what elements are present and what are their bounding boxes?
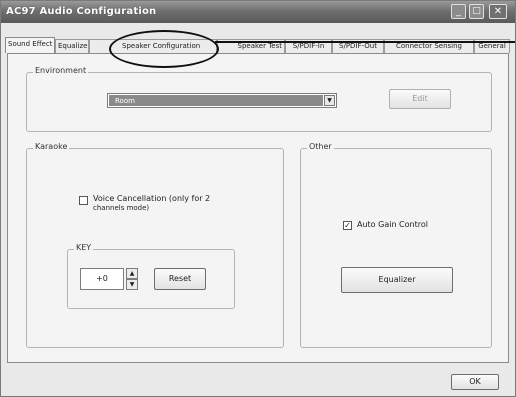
auto-gain-control-label: Auto Gain Control xyxy=(357,220,428,229)
auto-gain-control-checkbox[interactable]: ✓ xyxy=(343,221,352,230)
karaoke-label: Karaoke xyxy=(33,142,70,151)
tab-strip: Sound Effect Equalizer Speaker Configura… xyxy=(5,37,515,53)
voice-cancellation-label-line2: channels mode) xyxy=(93,204,150,212)
tab-equalizer[interactable]: Equalizer xyxy=(55,39,89,53)
environment-selected-value: Room xyxy=(109,95,323,106)
other-label: Other xyxy=(307,142,334,151)
voice-cancellation-checkbox[interactable] xyxy=(79,196,88,205)
maximize-button[interactable]: □ xyxy=(469,4,484,19)
karaoke-group: Karaoke Voice Cancellation (only for 2 c… xyxy=(26,142,284,348)
spin-down-icon[interactable]: ▼ xyxy=(126,279,138,290)
key-value-field[interactable]: +0 xyxy=(80,268,124,290)
chevron-down-icon[interactable]: ▼ xyxy=(324,95,335,106)
environment-label: Environment xyxy=(33,66,89,75)
tab-speaker-test[interactable]: Speaker Test xyxy=(217,39,285,53)
edit-button[interactable]: Edit xyxy=(389,89,451,109)
tab-general[interactable]: General xyxy=(474,39,510,53)
tab-connector-sensing[interactable]: Connector Sensing xyxy=(384,39,474,53)
voice-cancellation-label: Voice Cancellation (only for 2 xyxy=(93,194,211,203)
tab-speaker-configuration[interactable]: Speaker Configuration xyxy=(89,39,217,53)
ok-button[interactable]: OK xyxy=(451,374,499,390)
ac97-audio-configuration-window: AC97 Audio Configuration _ □ ✕ Sound Eff… xyxy=(0,0,516,397)
spin-up-icon[interactable]: ▲ xyxy=(126,268,138,279)
window-title: AC97 Audio Configuration xyxy=(6,6,157,17)
environment-group: Environment Room ▼ Edit xyxy=(26,66,492,132)
tab-spdif-in[interactable]: S/PDIF-In xyxy=(285,39,332,53)
key-label: KEY xyxy=(74,243,94,252)
key-group: KEY +0 ▲ ▼ Reset xyxy=(67,243,235,309)
equalizer-button[interactable]: Equalizer xyxy=(341,267,453,293)
tab-spdif-out[interactable]: S/PDIF-Out xyxy=(332,39,384,53)
title-bar[interactable]: AC97 Audio Configuration _ □ ✕ xyxy=(1,1,515,23)
minimize-button[interactable]: _ xyxy=(451,4,466,19)
close-button[interactable]: ✕ xyxy=(489,4,507,19)
environment-select[interactable]: Room ▼ xyxy=(107,93,337,108)
other-group: Other ✓ Auto Gain Control Equalizer xyxy=(300,142,492,348)
reset-button[interactable]: Reset xyxy=(154,268,206,290)
sound-effect-panel: Environment Room ▼ Edit Karaoke Voice Ca… xyxy=(7,53,509,363)
tab-sound-effect[interactable]: Sound Effect xyxy=(5,37,55,53)
